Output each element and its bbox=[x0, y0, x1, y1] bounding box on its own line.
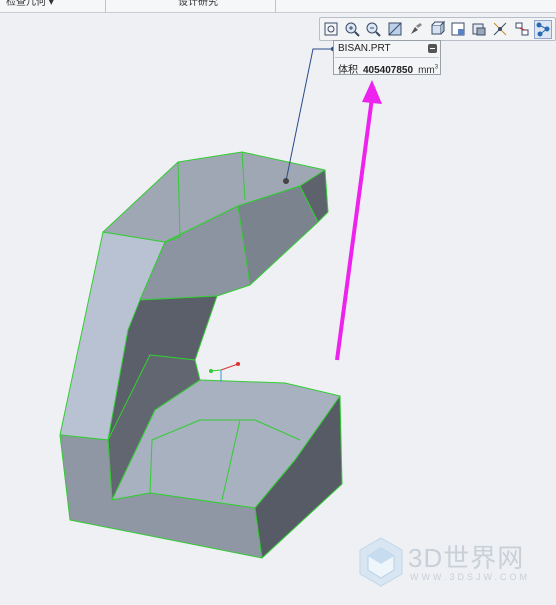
saved-views-button[interactable] bbox=[449, 20, 467, 39]
csys-icon bbox=[209, 362, 240, 382]
cube-logo-icon bbox=[359, 537, 403, 587]
tooltip-divider bbox=[335, 57, 439, 58]
annotation-display-icon bbox=[515, 22, 529, 36]
refit-button[interactable] bbox=[322, 20, 340, 39]
view-orient-icon bbox=[431, 21, 445, 35]
datum-display-icon bbox=[494, 22, 507, 36]
volume-info-tooltip: BISAN.PRT 体积 405407850 mm3 bbox=[333, 40, 441, 76]
refit-icon bbox=[324, 22, 338, 36]
volume-row: 体积 405407850 mm3 bbox=[338, 61, 438, 76]
pick-point-marker bbox=[283, 178, 289, 184]
volume-unit: mm3 bbox=[418, 64, 439, 76]
watermark-brand: 3D世界网 bbox=[408, 543, 525, 573]
zoom-in-icon bbox=[345, 22, 360, 37]
view-toolbar bbox=[319, 17, 556, 41]
spin-center-icon bbox=[536, 22, 550, 37]
part-name-label: BISAN.PRT bbox=[338, 43, 391, 54]
model-viewport[interactable] bbox=[0, 0, 556, 600]
volume-label: 体积 bbox=[338, 65, 358, 76]
repaint-button[interactable] bbox=[386, 20, 404, 39]
annotation-arrow bbox=[335, 80, 382, 361]
zoom-out-button[interactable] bbox=[364, 20, 382, 39]
watermark: 3D世界网 WWW.3DSJW.COM bbox=[358, 534, 556, 596]
view-manager-button[interactable] bbox=[470, 20, 488, 39]
saved-views-icon bbox=[451, 22, 465, 36]
view-orient-button[interactable] bbox=[428, 20, 446, 39]
view-manager-icon bbox=[472, 23, 486, 36]
repaint-icon bbox=[388, 22, 402, 36]
collapse-icon[interactable] bbox=[428, 44, 437, 53]
model-canvas[interactable] bbox=[0, 0, 556, 600]
display-style-button[interactable] bbox=[407, 20, 425, 39]
zoom-in-button[interactable] bbox=[343, 20, 361, 39]
display-style-icon bbox=[410, 23, 422, 34]
tooltip-leader-line bbox=[285, 48, 333, 182]
annotation-display-button[interactable] bbox=[513, 20, 531, 39]
zoom-out-icon bbox=[366, 22, 382, 37]
part-model bbox=[59, 151, 343, 559]
volume-value: 405407850 bbox=[363, 65, 414, 76]
datum-display-button[interactable] bbox=[491, 20, 509, 39]
watermark-url: WWW.3DSJW.COM bbox=[410, 572, 530, 582]
spin-center-button[interactable] bbox=[533, 19, 552, 39]
